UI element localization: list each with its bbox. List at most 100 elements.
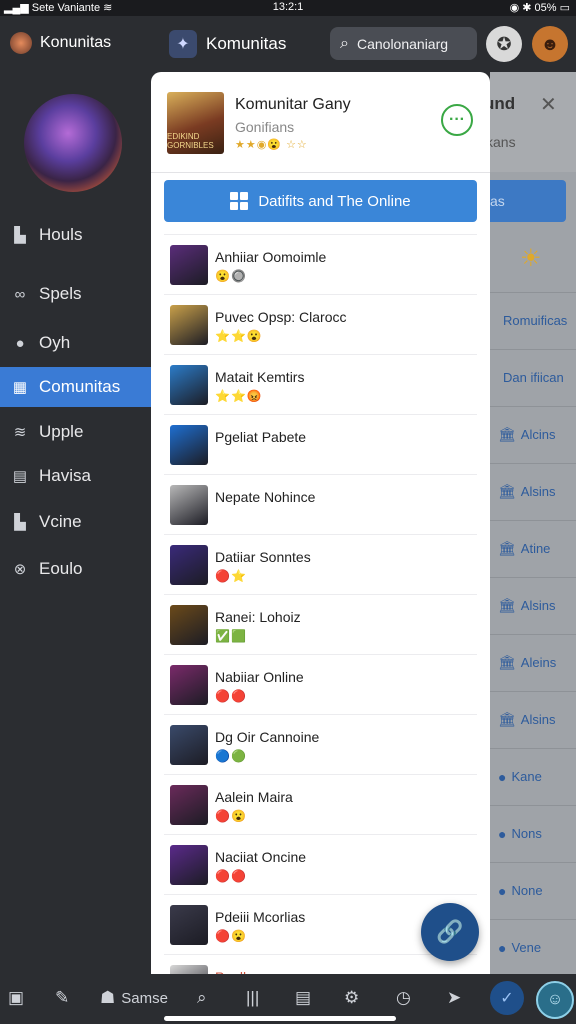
nav-calendar[interactable]: ▣ [8, 986, 24, 1010]
background-panel: und ✕ kans as ☀ Romuificas Dan ifiican 🏛 Al… [490, 72, 576, 974]
game-thumbnail [170, 605, 208, 645]
game-thumbnail [170, 485, 208, 525]
profile-avatar[interactable] [24, 94, 122, 192]
nav-profile[interactable]: ☺ [536, 981, 574, 1019]
check-icon: ✓ [500, 990, 514, 1007]
nav-send[interactable]: ➤ [447, 986, 461, 1010]
bg-list-item[interactable]: 🏛 Aleins [490, 634, 576, 690]
bg-list-item[interactable]: ● Vene [490, 919, 576, 974]
card-subtitle: Gonifians [235, 119, 295, 135]
nav-search[interactable]: ⌕ [197, 986, 207, 1010]
primary-action-button[interactable]: Datifits and The Online [164, 180, 477, 222]
bg-list-item[interactable]: 🏛 Alsins [490, 577, 576, 633]
bg-list-item[interactable]: ● None [490, 862, 576, 918]
sidebar-item-houls[interactable]: ▙ Houls [0, 215, 151, 255]
list-item[interactable]: Naciiat Oncine 🔴🔴 [164, 834, 477, 893]
game-thumbnail[interactable]: EDIKIND GORNIBLES [167, 92, 224, 154]
bg-list-item[interactable]: Dan ifiican [490, 349, 576, 405]
game-thumbnail [170, 305, 208, 345]
sidebar-item-spels[interactable]: ∞ Spels [0, 274, 151, 314]
building-icon: ● [498, 939, 507, 956]
search-placeholder: Canolonaniarg [356, 35, 449, 52]
list-item-badges: ⭐⭐😡 [215, 389, 263, 403]
bg-list-item[interactable]: 🏛 Alsins [490, 463, 576, 519]
list-item-badges: 🔴⭐ [215, 569, 247, 583]
home-icon: ▙ [14, 227, 26, 244]
sun-icon: ☀ [520, 245, 542, 272]
sidebar-header[interactable]: Konunitas [10, 28, 111, 58]
list-item-badges: 🔴🔴 [215, 689, 247, 703]
nav-samse[interactable]: ☗ Samse [100, 986, 168, 1010]
list-item[interactable]: Nabiiar Online 🔴🔴 [164, 654, 477, 713]
bg-list-item[interactable]: 🏛 Alsins [490, 691, 576, 747]
link-icon: 🔗 [436, 919, 464, 944]
list-item-label: Aalein Maira [215, 789, 293, 805]
sidebar: Konunitas ▙ Houls ∞ Spels ● Oyh ▦ Comuni… [0, 16, 151, 974]
bg-list-item[interactable]: 🏛 Atine [490, 520, 576, 576]
list-item[interactable]: Anhiiar Oomoimle 😮🔘 [164, 234, 477, 293]
list-item-badges: 🔴😮 [215, 929, 247, 943]
bg-list-item[interactable]: ● Nons [490, 805, 576, 861]
bg-list-item[interactable]: 🏛 Alcins [490, 406, 576, 462]
bg-list-item-label: Dan ifiican [503, 370, 564, 385]
primary-action-label: Datifits and The Online [258, 192, 411, 210]
ellipsis-icon: ··· [449, 111, 465, 128]
nav-check[interactable]: ✓ [490, 981, 524, 1015]
nav-clock[interactable]: ◷ [396, 986, 411, 1010]
list-item[interactable]: Puvec Opsp: Clarocc ⭐⭐😮 [164, 294, 477, 353]
list-item[interactable]: Pgeliat Pabete [164, 414, 477, 473]
list-item[interactable]: Dg Oir Cannoine 🔵🟢 [164, 714, 477, 773]
game-thumbnail [170, 965, 208, 974]
list-item[interactable]: Nepate Nohince [164, 474, 477, 533]
building-icon: 🏛 [498, 540, 516, 556]
list-item[interactable]: Aalein Maira 🔴😮 [164, 774, 477, 833]
bg-list-item-label: None [511, 883, 543, 898]
sidebar-item-vcine[interactable]: ▙ Vcine [0, 502, 151, 542]
edit-icon: ✎ [55, 988, 70, 1007]
sidebar-item-comunitas[interactable]: ▦ Comunitas [0, 367, 151, 407]
nav-settings[interactable]: ⚙ [344, 986, 359, 1010]
list-item-label: Naciiat Oncine [215, 849, 307, 865]
calendar-icon: ▤ [12, 468, 28, 485]
game-thumbnail [170, 845, 208, 885]
mascot-icon: ✪ [496, 33, 512, 54]
game-thumbnail [170, 245, 208, 285]
sidebar-item-havisa[interactable]: ▤ Havisa [0, 456, 151, 496]
list-item[interactable]: Matait Kemtirs ⭐⭐😡 [164, 354, 477, 413]
list-item-badges: 🔴😮 [215, 809, 247, 823]
top-bar: ✦ Komunitas ⌕ Canolonaniarg ✪ ☻ [151, 16, 576, 72]
page-title: Komunitas [206, 34, 287, 53]
sidebar-item-eoulo[interactable]: ⊗ Eoulo [0, 549, 151, 589]
link-fab-button[interactable]: 🔗 [421, 903, 479, 961]
battery-label: ◉ ✱ 05% ▭ [509, 2, 570, 14]
sidebar-item-label: Comunitas [39, 377, 121, 396]
bg-panel-button[interactable]: as [490, 180, 566, 222]
nav-stats[interactable]: ||| [246, 986, 259, 1010]
bg-list-item[interactable]: ● Kane [490, 748, 576, 804]
close-icon[interactable]: ✕ [540, 92, 557, 117]
list-item[interactable]: Datiiar Sonntes 🔴⭐ [164, 534, 477, 593]
search-input[interactable]: ⌕ Canolonaniarg [330, 27, 477, 60]
more-options-button[interactable]: ··· [441, 104, 473, 136]
sidebar-item-upple[interactable]: ≋ Upple [0, 412, 151, 452]
bg-panel-title: und [490, 94, 516, 113]
list-item-badges: 😮🔘 [215, 269, 247, 283]
sidebar-item-label: Upple [39, 422, 84, 441]
bars-icon: ||| [246, 988, 260, 1007]
user-icon: ● [15, 334, 25, 352]
grid-icon: ▦ [12, 379, 28, 396]
send-icon: ➤ [447, 988, 462, 1007]
bg-list-item-label: Nons [511, 826, 542, 841]
list-item-label: Puvec Opsp: Clarocc [215, 309, 347, 325]
profile-button[interactable]: ☻ [532, 26, 568, 62]
bg-list-item[interactable]: Romuificas [490, 292, 576, 348]
sidebar-item-oyh[interactable]: ● Oyh [0, 323, 151, 363]
nav-samse-label: Samse [121, 989, 168, 1007]
list-item[interactable]: Pnelke⭐😮 [164, 954, 477, 974]
nav-edit[interactable]: ✎ [55, 986, 69, 1010]
list-item-label: Matait Kemtirs [215, 369, 305, 385]
mascot-button[interactable]: ✪ [486, 26, 522, 62]
list-item[interactable]: Ranei: Lohoiz ✅🟩 [164, 594, 477, 653]
nav-list[interactable]: ▤ [295, 986, 311, 1010]
building-icon: 🏛 [498, 711, 516, 727]
